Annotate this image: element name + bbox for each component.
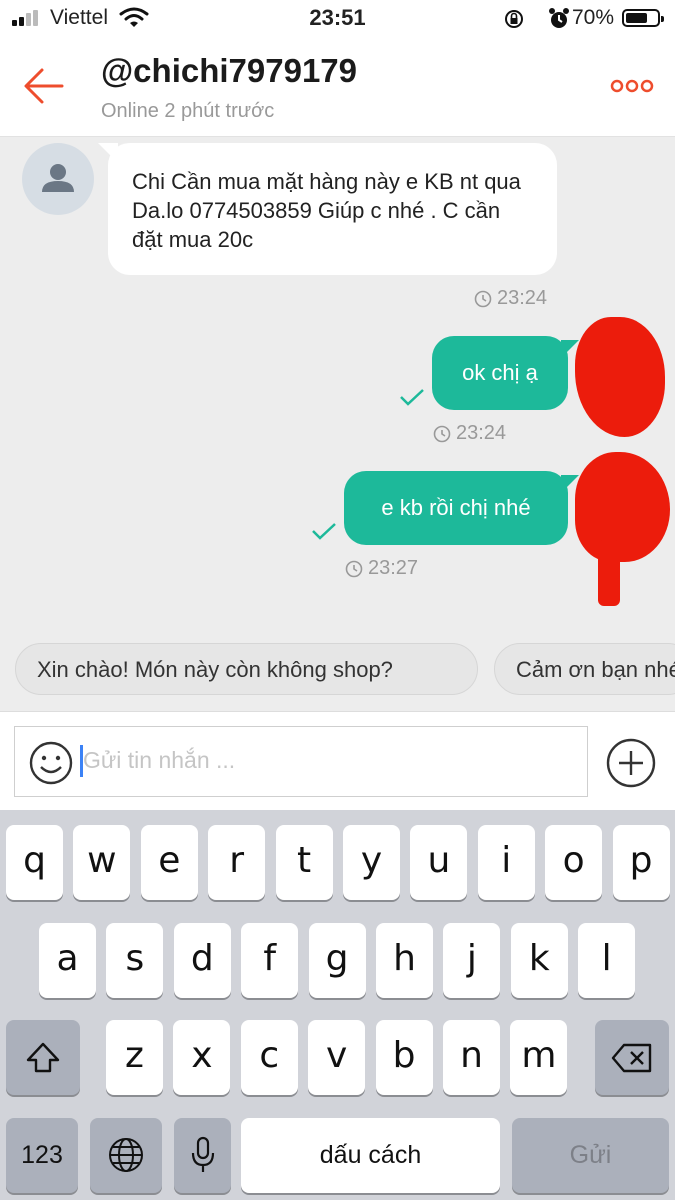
key-f[interactable]: f bbox=[241, 923, 299, 998]
key-x[interactable]: x bbox=[173, 1020, 231, 1095]
outgoing-message[interactable]: e kb rồi chị nhé bbox=[344, 471, 579, 545]
online-status: Online 2 phút trước bbox=[101, 100, 275, 122]
alarm-icon bbox=[549, 8, 569, 28]
sent-check-icon bbox=[312, 523, 336, 540]
key-r[interactable]: r bbox=[208, 825, 266, 900]
more-dots-icon[interactable] bbox=[610, 78, 654, 94]
plus-circle-icon[interactable] bbox=[606, 738, 656, 788]
message-text: Chi Cần mua mặt hàng này e KB nt qua Da.… bbox=[132, 169, 521, 252]
clock-icon bbox=[474, 290, 492, 307]
user-icon bbox=[42, 164, 74, 192]
message-text: ok chị ạ bbox=[462, 360, 538, 385]
key-q[interactable]: q bbox=[6, 825, 63, 900]
clock-icon bbox=[345, 560, 363, 577]
key-d[interactable]: d bbox=[173, 923, 231, 998]
microphone-icon bbox=[191, 1136, 214, 1172]
message-input[interactable]: Gửi tin nhắn ... bbox=[14, 726, 588, 797]
shift-icon bbox=[26, 1042, 60, 1073]
clock-icon bbox=[433, 425, 451, 442]
numbers-key[interactable]: 123 bbox=[6, 1118, 78, 1193]
message-placeholder: Gửi tin nhắn ... bbox=[83, 747, 236, 773]
key-e[interactable]: e bbox=[140, 825, 198, 900]
message-timestamp: 23:27 bbox=[345, 557, 418, 580]
backspace-key[interactable] bbox=[595, 1020, 669, 1095]
emoji-icon[interactable] bbox=[29, 741, 73, 785]
redacted-avatar bbox=[575, 317, 665, 437]
key-c[interactable]: c bbox=[240, 1020, 298, 1095]
battery-percent: 70% bbox=[572, 6, 615, 29]
shift-key[interactable] bbox=[6, 1020, 80, 1095]
space-key[interactable]: dấu cách bbox=[241, 1118, 500, 1193]
key-b[interactable]: b bbox=[375, 1020, 433, 1095]
key-z[interactable]: z bbox=[106, 1020, 163, 1095]
key-i[interactable]: i bbox=[477, 825, 535, 900]
redacted-avatar bbox=[575, 452, 670, 562]
contact-avatar[interactable] bbox=[22, 143, 94, 215]
incoming-message[interactable]: Chi Cần mua mặt hàng này e KB nt qua Da.… bbox=[98, 143, 557, 275]
arrow-left-icon[interactable] bbox=[22, 66, 66, 106]
globe-key[interactable] bbox=[90, 1118, 162, 1193]
key-p[interactable]: p bbox=[612, 825, 670, 900]
status-bar: Viettel 23:51 70% bbox=[0, 0, 675, 38]
key-o[interactable]: o bbox=[545, 825, 603, 900]
key-t[interactable]: t bbox=[275, 825, 333, 900]
key-w[interactable]: w bbox=[73, 825, 131, 900]
chat-header: @chichi7979179 Online 2 phút trước bbox=[0, 38, 675, 137]
quick-reply-chip[interactable]: Xin chào! Món này còn không shop? bbox=[15, 643, 478, 695]
key-g[interactable]: g bbox=[308, 923, 366, 998]
contact-username: @chichi7979179 bbox=[101, 52, 358, 89]
quick-reply-chip[interactable]: Cảm ơn bạn nhé! bbox=[494, 643, 675, 695]
message-composer: Gửi tin nhắn ... bbox=[0, 711, 675, 811]
key-u[interactable]: u bbox=[410, 825, 468, 900]
key-n[interactable]: n bbox=[443, 1020, 500, 1095]
backspace-icon bbox=[611, 1043, 652, 1073]
message-timestamp: 23:24 bbox=[433, 422, 506, 445]
sent-check-icon bbox=[400, 389, 424, 406]
keyboard: qwertyuiopasdfghjklzxcvbnm 123 dấu cách … bbox=[0, 810, 675, 1200]
key-y[interactable]: y bbox=[343, 825, 400, 900]
key-v[interactable]: v bbox=[308, 1020, 366, 1095]
send-key[interactable]: Gửi bbox=[512, 1118, 669, 1193]
microphone-key[interactable] bbox=[174, 1118, 231, 1193]
rotation-lock-icon bbox=[505, 10, 523, 28]
key-l[interactable]: l bbox=[578, 923, 636, 998]
key-m[interactable]: m bbox=[510, 1020, 568, 1095]
globe-icon bbox=[109, 1138, 143, 1172]
message-text: e kb rồi chị nhé bbox=[381, 495, 531, 520]
key-a[interactable]: a bbox=[39, 923, 96, 998]
key-h[interactable]: h bbox=[376, 923, 433, 998]
message-timestamp: 23:24 bbox=[474, 287, 547, 310]
key-k[interactable]: k bbox=[510, 923, 568, 998]
redaction-mark bbox=[598, 540, 620, 606]
outgoing-message[interactable]: ok chị ạ bbox=[432, 336, 579, 410]
battery-icon bbox=[622, 9, 664, 27]
key-j[interactable]: j bbox=[443, 923, 501, 998]
key-s[interactable]: s bbox=[106, 923, 164, 998]
